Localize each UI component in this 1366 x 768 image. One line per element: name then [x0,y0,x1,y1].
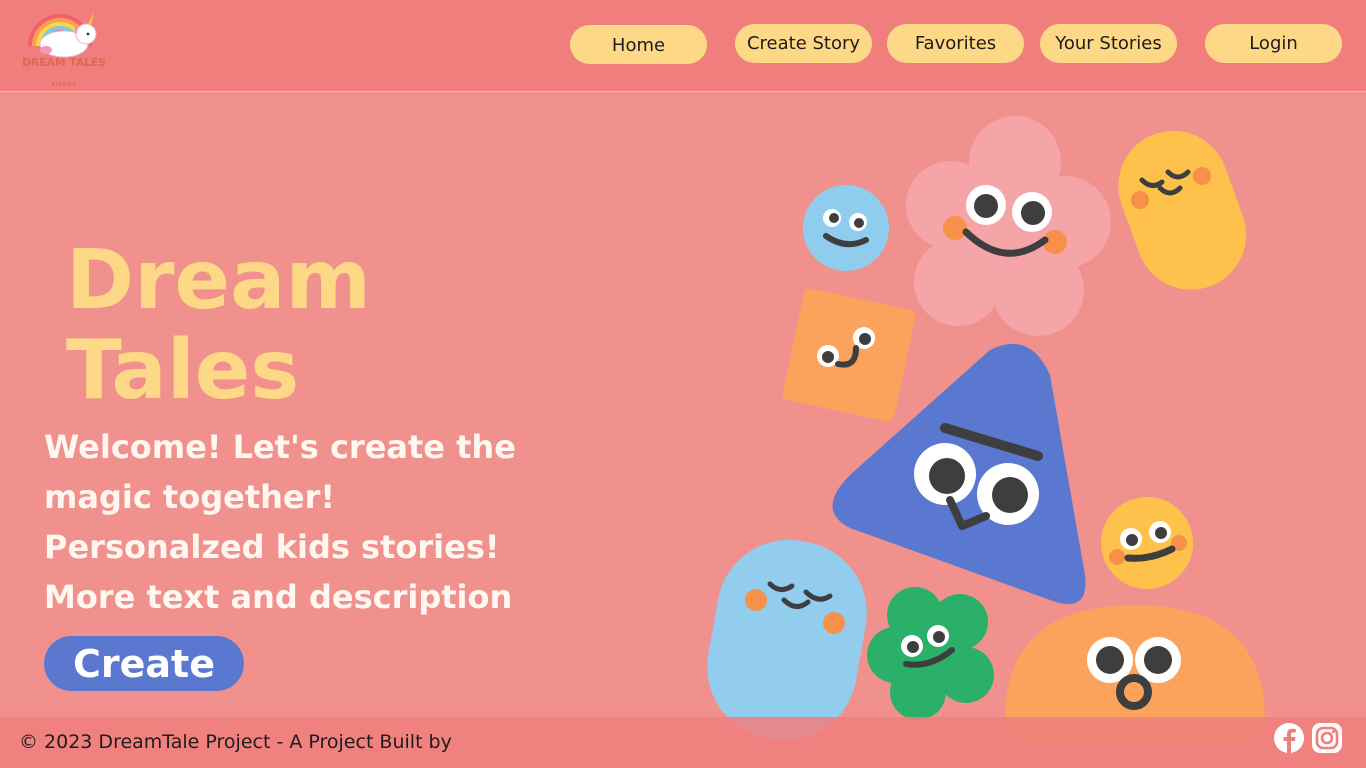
logo-subtext: STORIES [51,82,77,87]
unicorn-icon [28,12,97,58]
logo-text: DREAM TALES [22,56,106,69]
welcome-line: magic together! [44,478,335,516]
footer-copyright: © 2023 DreamTale Project - A Project Bui… [19,731,452,753]
blue-circle-character [803,185,889,271]
welcome-text: Welcome! Let's create the magic together… [44,422,604,622]
nav-favorites-button[interactable]: Favorites [887,24,1024,63]
yellow-capsule-character [1118,130,1247,290]
smiling-shapes-illustration [707,116,1265,745]
header: DREAM TALES STORIES Home Create Story Fa… [0,0,1366,92]
instagram-icon[interactable] [1312,723,1342,753]
create-button[interactable]: Create [44,636,244,691]
welcome-line: Personalzed kids stories! [44,528,500,566]
nav-your-stories-button[interactable]: Your Stories [1040,24,1177,63]
welcome-line: More text and description [44,578,513,616]
facebook-icon[interactable] [1274,723,1304,753]
pink-flower-character [906,116,1111,336]
hero-title-line2: Tales [66,323,300,418]
hero-title-line1: Dream [66,233,371,328]
nav-home-button[interactable]: Home [570,25,707,64]
yellow-circle-character [1101,497,1193,589]
green-flower-character [867,587,994,720]
orange-square-character [782,288,916,422]
nav-create-story-button[interactable]: Create Story [735,24,872,63]
welcome-line: Welcome! Let's create the [44,428,516,466]
footer: © 2023 DreamTale Project - A Project Bui… [0,717,1366,768]
nav-login-button[interactable]: Login [1205,24,1342,63]
dream-tales-logo[interactable]: DREAM TALES STORIES [16,6,112,88]
